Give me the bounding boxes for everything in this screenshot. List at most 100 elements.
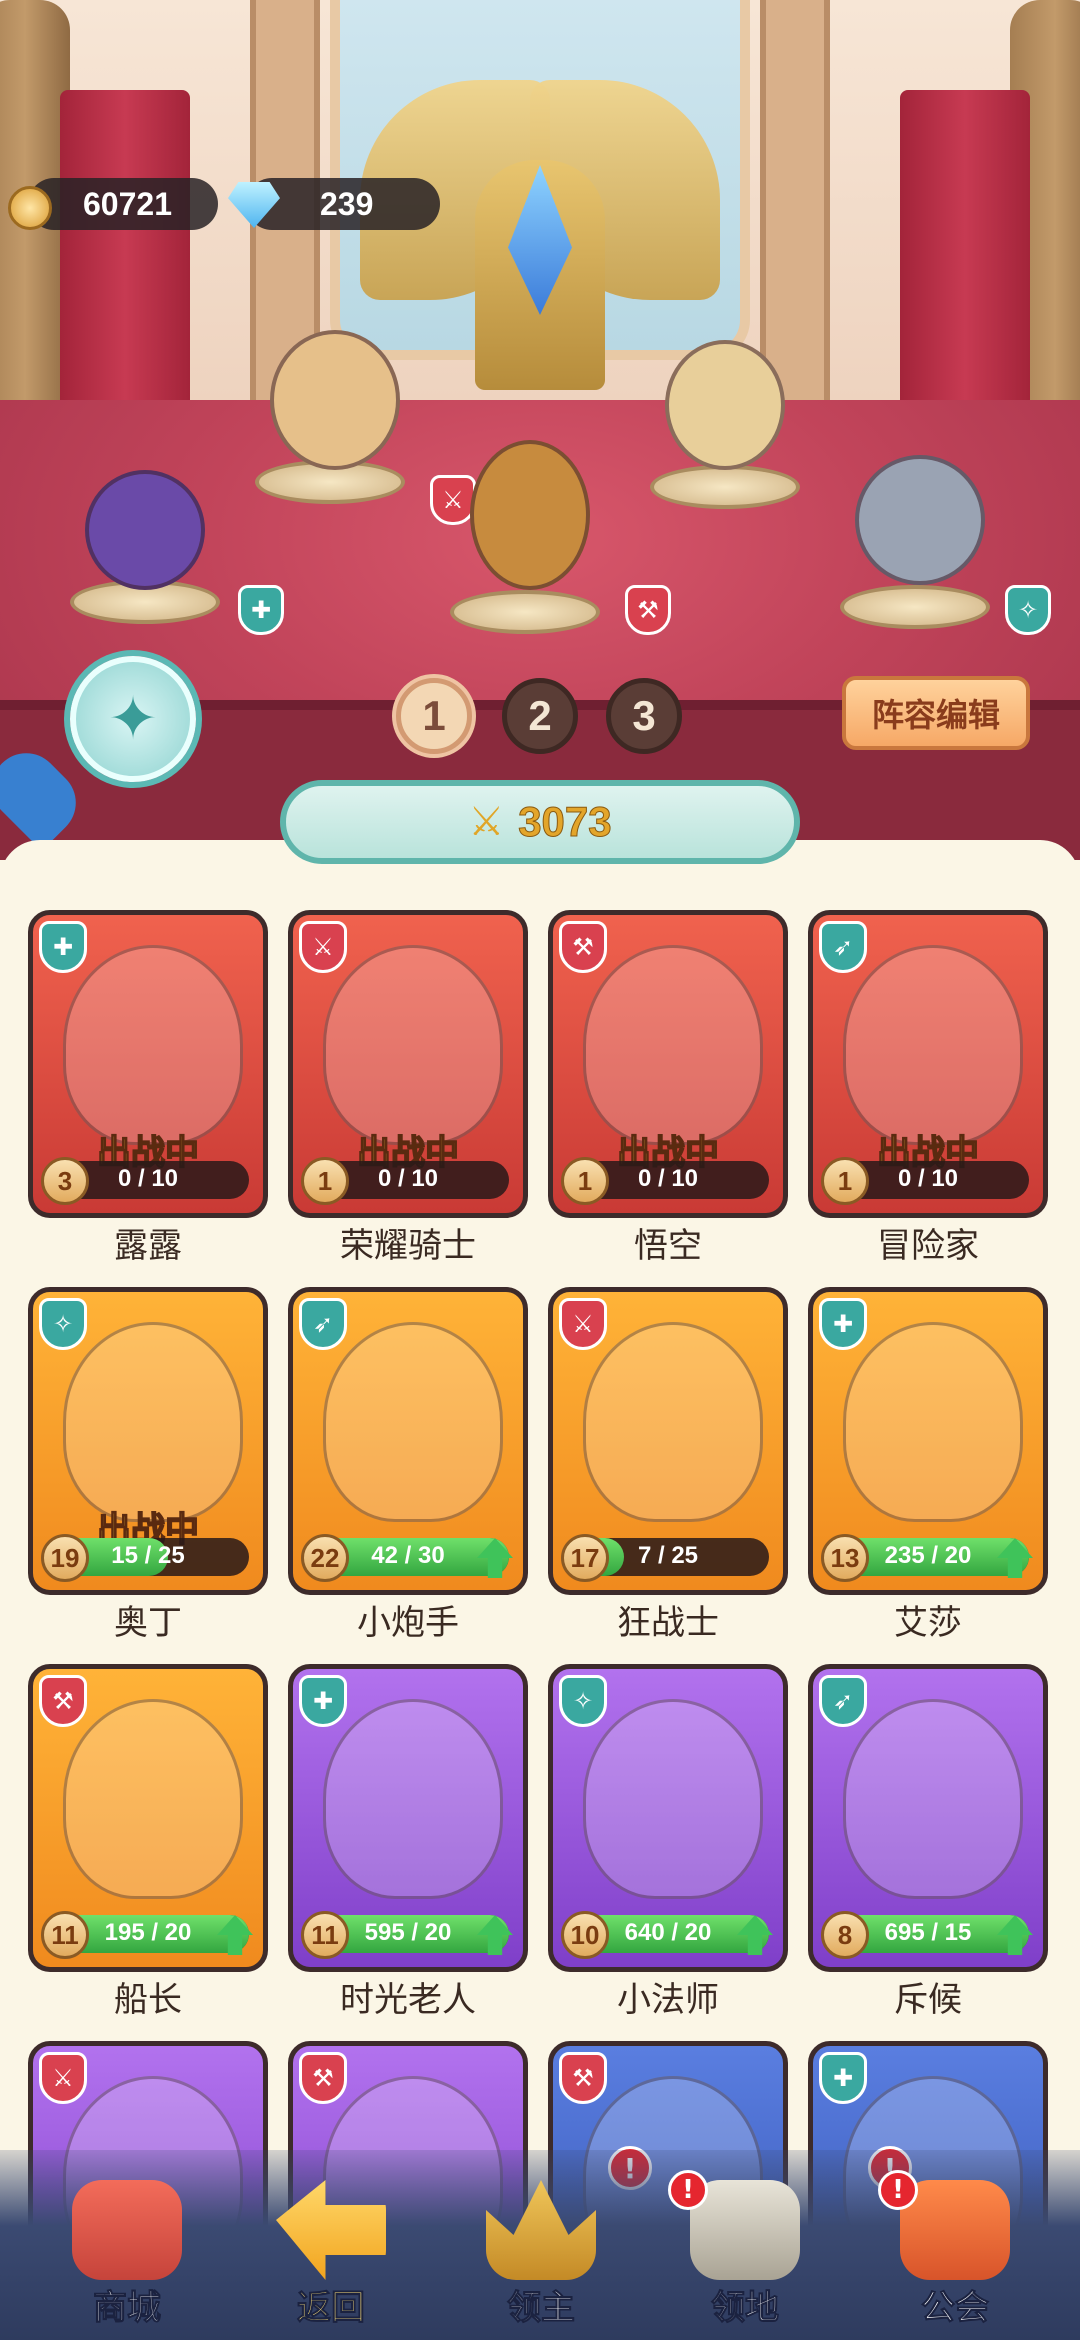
nav-guild[interactable]: ! 公会 bbox=[850, 2150, 1060, 2340]
hero-level-badge: 11 bbox=[41, 1911, 89, 1959]
alert-badge: ! bbox=[668, 2170, 708, 2210]
hero-level-badge: 1 bbox=[561, 1157, 609, 1205]
hero-level-badge: 19 bbox=[41, 1534, 89, 1582]
gem-counter[interactable]: 239 bbox=[246, 178, 440, 230]
edit-lineup-button[interactable]: 阵容编辑 bbox=[842, 676, 1030, 750]
crown-icon bbox=[486, 2180, 596, 2280]
gold-counter[interactable]: 60721 bbox=[28, 178, 218, 230]
hero-card[interactable]: ✚ 出战中 0 / 10 3 bbox=[28, 910, 268, 1218]
field-hero-adventurer[interactable] bbox=[665, 340, 785, 470]
sword-icon: ⚔ bbox=[468, 799, 505, 845]
hero-card[interactable]: ⚒ 出战中 0 / 10 1 bbox=[548, 910, 788, 1218]
field-hero-wukong[interactable] bbox=[470, 440, 590, 590]
hero-level-badge: 8 bbox=[821, 1911, 869, 1959]
hero-name: 悟空 bbox=[634, 1226, 702, 1266]
hero-portrait bbox=[63, 945, 243, 1145]
shard-progress-text: 7 / 25 bbox=[637, 1542, 699, 1569]
shard-progress-text: 0 / 10 bbox=[377, 1165, 439, 1192]
team-power-banner: ⚔ 3073 bbox=[280, 780, 800, 864]
hero-level-badge: 11 bbox=[301, 1911, 349, 1959]
shard-progress-text: 595 / 20 bbox=[364, 1919, 452, 1946]
hero-portrait bbox=[63, 1699, 243, 1899]
support-icon: ✚ bbox=[819, 2052, 867, 2104]
hero-name: 船长 bbox=[114, 1980, 182, 2020]
shard-progress-text: 0 / 10 bbox=[897, 1165, 959, 1192]
pedestal-4 bbox=[650, 465, 800, 509]
hero-card[interactable]: ➶ 出战中 0 / 10 1 bbox=[808, 910, 1048, 1218]
hero-portrait bbox=[843, 1699, 1023, 1899]
field-hero-lulu[interactable] bbox=[85, 470, 205, 590]
team-tab-3[interactable]: 3 bbox=[606, 678, 682, 754]
nav-territory[interactable]: ! 领地 bbox=[640, 2150, 850, 2340]
hero-card[interactable]: ➶ 695 / 15 8 bbox=[808, 1664, 1048, 1972]
hero-card[interactable]: ✧ 640 / 20 10 bbox=[548, 1664, 788, 1972]
shard-progress-text: 195 / 20 bbox=[104, 1919, 192, 1946]
hero-portrait bbox=[843, 945, 1023, 1145]
hero-card[interactable]: ⚔ 7 / 25 17 bbox=[548, 1287, 788, 1595]
back-arrow-icon bbox=[276, 2180, 386, 2280]
field-hero-odin[interactable] bbox=[855, 455, 985, 585]
bow-icon: ➶ bbox=[299, 1298, 347, 1350]
shard-progress-text: 0 / 10 bbox=[637, 1165, 699, 1192]
shard-progress-text: 15 / 25 bbox=[111, 1542, 185, 1569]
shard-progress-text: 695 / 15 bbox=[884, 1919, 972, 1946]
formation-button[interactable]: ✦ bbox=[70, 656, 196, 782]
nav-lord[interactable]: 领主 bbox=[436, 2150, 646, 2340]
gem-amount: 239 bbox=[320, 185, 374, 222]
hero-portrait bbox=[583, 1699, 763, 1899]
hero-portrait bbox=[843, 1322, 1023, 1522]
hero-portrait bbox=[323, 1699, 503, 1899]
power-value: 3073 bbox=[518, 798, 612, 846]
hero-name: 时光老人 bbox=[340, 1980, 476, 2020]
field-hero-glory-knight[interactable] bbox=[270, 330, 400, 470]
hero-card[interactable]: ➶ 42 / 30 22 bbox=[288, 1287, 528, 1595]
winged-throne bbox=[360, 70, 720, 400]
axe-icon: ⚒ bbox=[559, 2052, 607, 2104]
hero-level-badge: 17 bbox=[561, 1534, 609, 1582]
hero-level-badge: 22 bbox=[301, 1534, 349, 1582]
hero-level-badge: 1 bbox=[821, 1157, 869, 1205]
red-curtain-left bbox=[60, 90, 190, 420]
axe-icon: ⚒ bbox=[625, 585, 671, 635]
axe-icon: ⚒ bbox=[559, 921, 607, 973]
hero-portrait bbox=[583, 1322, 763, 1522]
bow-icon: ➶ bbox=[819, 1675, 867, 1727]
support-icon: ✚ bbox=[299, 1675, 347, 1727]
red-curtain-right bbox=[900, 90, 1030, 420]
nav-shop[interactable]: 商城 bbox=[22, 2150, 232, 2340]
shard-progress-text: 42 / 30 bbox=[371, 1542, 445, 1569]
hero-card[interactable]: ✚ 595 / 20 11 bbox=[288, 1664, 528, 1972]
team-tab-1[interactable]: 1 bbox=[396, 678, 472, 754]
nav-label: 领主 bbox=[507, 2288, 576, 2329]
alert-badge: ! bbox=[878, 2170, 918, 2210]
gold-amount: 60721 bbox=[83, 185, 172, 222]
bottom-navigation: 商城 返回 领主 ! 领地 ! 公会 bbox=[0, 2150, 1080, 2340]
staff-icon: ✧ bbox=[39, 1298, 87, 1350]
hero-card[interactable]: ✚ 235 / 20 13 bbox=[808, 1287, 1048, 1595]
shard-progress-text: 0 / 10 bbox=[117, 1165, 179, 1192]
support-icon: ✚ bbox=[39, 921, 87, 973]
shard-progress-text: 640 / 20 bbox=[624, 1919, 712, 1946]
hero-level-badge: 1 bbox=[301, 1157, 349, 1205]
pillar-right bbox=[760, 0, 830, 400]
hero-card[interactable]: ⚒ 195 / 20 11 bbox=[28, 1664, 268, 1972]
hero-card[interactable]: ✧ 出战中 15 / 25 19 bbox=[28, 1287, 268, 1595]
team-tab-2[interactable]: 2 bbox=[502, 678, 578, 754]
staff-icon: ✧ bbox=[559, 1675, 607, 1727]
shop-icon bbox=[72, 2180, 182, 2280]
bow-icon: ➶ bbox=[819, 921, 867, 973]
hero-card[interactable]: ⚔ 出战中 0 / 10 1 bbox=[288, 910, 528, 1218]
hero-portrait bbox=[323, 1322, 503, 1522]
star-formation-icon: ✦ bbox=[107, 684, 159, 754]
gold-coin-icon bbox=[8, 186, 52, 230]
shield-icon: ⚔ bbox=[559, 1298, 607, 1350]
hero-name: 奥丁 bbox=[114, 1603, 182, 1643]
hero-level-badge: 13 bbox=[821, 1534, 869, 1582]
hero-name: 斥候 bbox=[894, 1980, 962, 2020]
staff-icon: ✧ bbox=[1005, 585, 1051, 635]
axe-icon: ⚒ bbox=[299, 2052, 347, 2104]
hero-name: 艾莎 bbox=[894, 1603, 962, 1643]
hero-portrait bbox=[583, 945, 763, 1145]
axe-icon: ⚒ bbox=[39, 1675, 87, 1727]
nav-back[interactable]: 返回 bbox=[226, 2150, 436, 2340]
